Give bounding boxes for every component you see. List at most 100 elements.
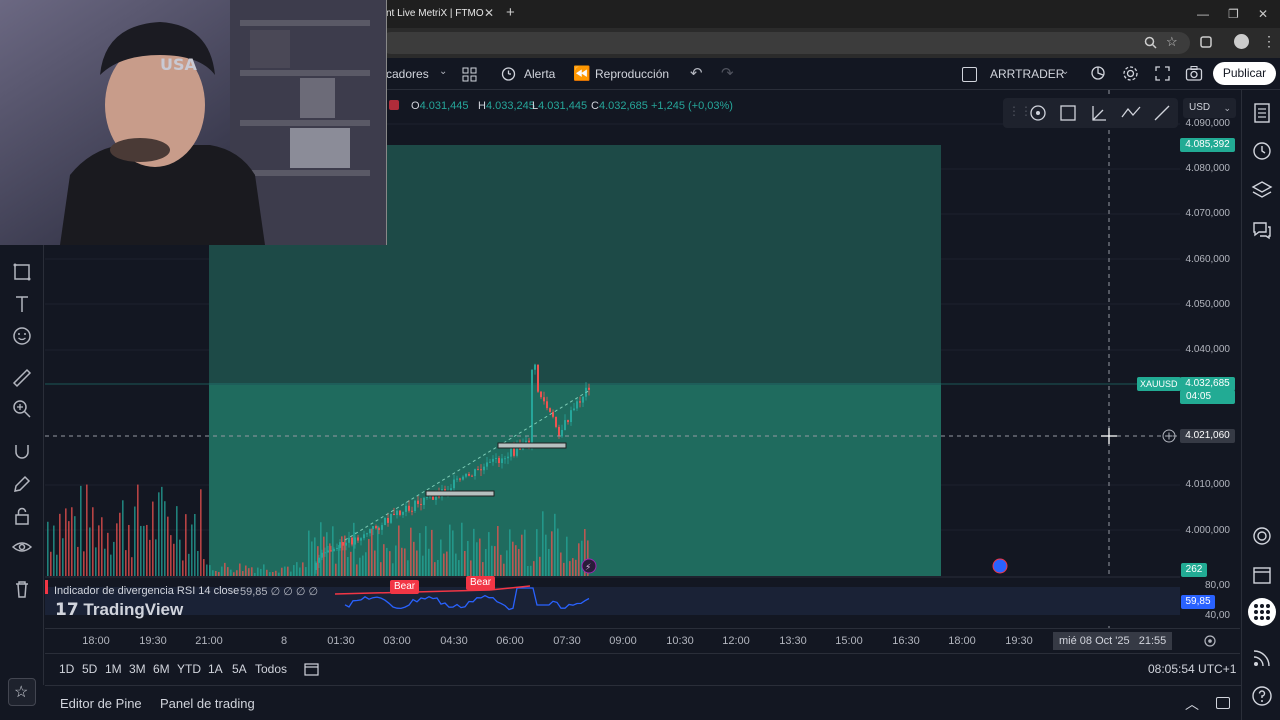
lock-icon[interactable] (10, 504, 34, 528)
layers-icon[interactable] (1250, 178, 1274, 202)
time-tick: 18:00 (948, 635, 976, 647)
clock-timezone[interactable]: 08:05:54 UTC+1 (1148, 662, 1236, 676)
trash-icon[interactable] (10, 577, 34, 601)
volume-bar (245, 565, 247, 576)
date-range-icon[interactable] (303, 661, 321, 677)
range-ytd[interactable]: YTD (177, 662, 201, 676)
calendar-icon[interactable] (1250, 563, 1274, 587)
axis-settings-icon[interactable] (1203, 634, 1217, 648)
alarm-clock-icon[interactable] (500, 65, 517, 82)
chevron-down-icon[interactable]: ⌄ (439, 66, 447, 77)
layout-icon[interactable] (962, 67, 977, 82)
range-1a[interactable]: 1A (208, 662, 223, 676)
layout-name[interactable]: ARRTRADER (990, 67, 1064, 81)
chat-icon[interactable] (1250, 218, 1274, 242)
range-5d[interactable]: 5D (82, 662, 97, 676)
maximize-panel-icon[interactable] (1216, 697, 1230, 709)
candle-body (468, 473, 470, 476)
volume-bar (515, 545, 517, 576)
chevron-down-icon[interactable]: ⌄ (1061, 66, 1069, 77)
indicator-color-bar (45, 580, 48, 594)
indicator-name[interactable]: Indicador de divergencia RSI 14 close (54, 585, 239, 597)
candle-body (318, 557, 320, 563)
url-field[interactable] (380, 32, 1190, 54)
magnet-icon[interactable] (10, 440, 34, 464)
pencil-lock-icon[interactable] (10, 472, 34, 496)
volume-bar (389, 551, 391, 576)
search-icon[interactable] (1144, 36, 1157, 49)
range-1d[interactable]: 1D (59, 662, 74, 676)
volume-bar (509, 529, 511, 576)
undo-icon[interactable]: ↶ (690, 64, 703, 82)
candle-body (330, 550, 332, 552)
tradingview-logo[interactable]: 𝟭𝟳 TradingView (55, 600, 183, 620)
alerts-clock-icon[interactable] (1250, 139, 1274, 163)
time-axis[interactable]: 18:00 19:30 21:00 8 01:30 03:00 04:30 06… (45, 628, 1240, 652)
emoji-icon[interactable] (10, 324, 34, 348)
volume-bar (110, 554, 112, 576)
settings-gear-icon[interactable] (1122, 65, 1139, 82)
time-tick: 07:30 (553, 635, 581, 647)
price-tick: 4.040,000 (1185, 344, 1231, 355)
fullscreen-icon[interactable] (1154, 65, 1171, 82)
browser-menu-icon[interactable]: ⋮ (1262, 34, 1276, 48)
range-1m[interactable]: 1M (105, 662, 122, 676)
text-icon[interactable] (10, 292, 34, 316)
target-icon[interactable] (1250, 524, 1274, 548)
zoom-in-icon[interactable] (10, 397, 34, 421)
pine-editor-tab[interactable]: Editor de Pine (60, 696, 142, 711)
ruler-icon[interactable] (10, 366, 34, 390)
alert-button[interactable]: Alerta (524, 67, 555, 81)
browser-tab-title[interactable]: nt Live MetriX | FTMO (386, 8, 484, 19)
webcam-video: USA (0, 0, 387, 245)
path-tool-icon[interactable] (1120, 103, 1142, 123)
broadcast-icon[interactable] (1250, 646, 1274, 670)
volume-bar (581, 540, 583, 576)
bookmark-star-icon[interactable]: ☆ (1166, 35, 1178, 49)
redo-icon[interactable]: ↷ (721, 64, 734, 82)
angle-tool-icon[interactable] (1089, 103, 1109, 123)
candle-body (363, 534, 365, 539)
apps-button[interactable] (1248, 598, 1276, 626)
favorites-button[interactable]: ☆ (8, 678, 36, 706)
candle-body (345, 542, 347, 546)
templates-grid-icon[interactable] (462, 67, 477, 82)
candle-body (342, 542, 344, 546)
circle-target-icon[interactable] (1028, 103, 1048, 123)
range-6m[interactable]: 6M (153, 662, 170, 676)
price-axis[interactable]: 4.090,000 4.080,000 4.070,000 4.060,000 … (1180, 90, 1240, 628)
range-5a[interactable]: 5A (232, 662, 247, 676)
eye-icon[interactable] (10, 535, 34, 559)
maximize-icon[interactable]: ❐ (1228, 7, 1239, 21)
indicators-button[interactable]: cadores (386, 67, 429, 81)
chevron-up-icon[interactable]: ︿ (1185, 694, 1199, 714)
symbol-dot-icon (389, 100, 399, 110)
range-all[interactable]: Todos (255, 662, 287, 676)
camera-icon[interactable] (1185, 65, 1203, 82)
candle-body (534, 364, 536, 370)
rsi-tick: 40,00 (1204, 610, 1230, 621)
rectangle-tool-icon[interactable] (1058, 103, 1078, 123)
extensions-icon[interactable] (1199, 35, 1213, 49)
volume-bar (272, 572, 274, 576)
volume-bar (170, 535, 172, 576)
webcam-overlay: USA (0, 0, 387, 245)
close-window-icon[interactable]: ✕ (1258, 7, 1268, 21)
watchlist-icon[interactable] (1250, 101, 1274, 125)
replay-icon[interactable]: ⏪ (573, 65, 590, 82)
range-3m[interactable]: 3M (129, 662, 146, 676)
new-tab-button[interactable]: + (506, 4, 515, 21)
candle-body (351, 537, 353, 545)
trend-line-icon[interactable] (1152, 103, 1172, 123)
minimize-icon[interactable]: — (1197, 7, 1209, 21)
trading-panel-tab[interactable]: Panel de trading (160, 696, 255, 711)
add-alert-plus-icon[interactable] (1162, 429, 1176, 443)
close-tab-icon[interactable]: ✕ (484, 6, 494, 20)
profile-avatar[interactable] (1234, 34, 1249, 49)
help-icon[interactable] (1250, 684, 1274, 708)
replay-button[interactable]: Reproducción (595, 67, 669, 81)
quick-search-icon[interactable] (1090, 65, 1107, 82)
volume-bar (392, 563, 394, 576)
rectangle-icon[interactable] (10, 260, 34, 284)
publish-button[interactable]: Publicar (1213, 62, 1276, 85)
